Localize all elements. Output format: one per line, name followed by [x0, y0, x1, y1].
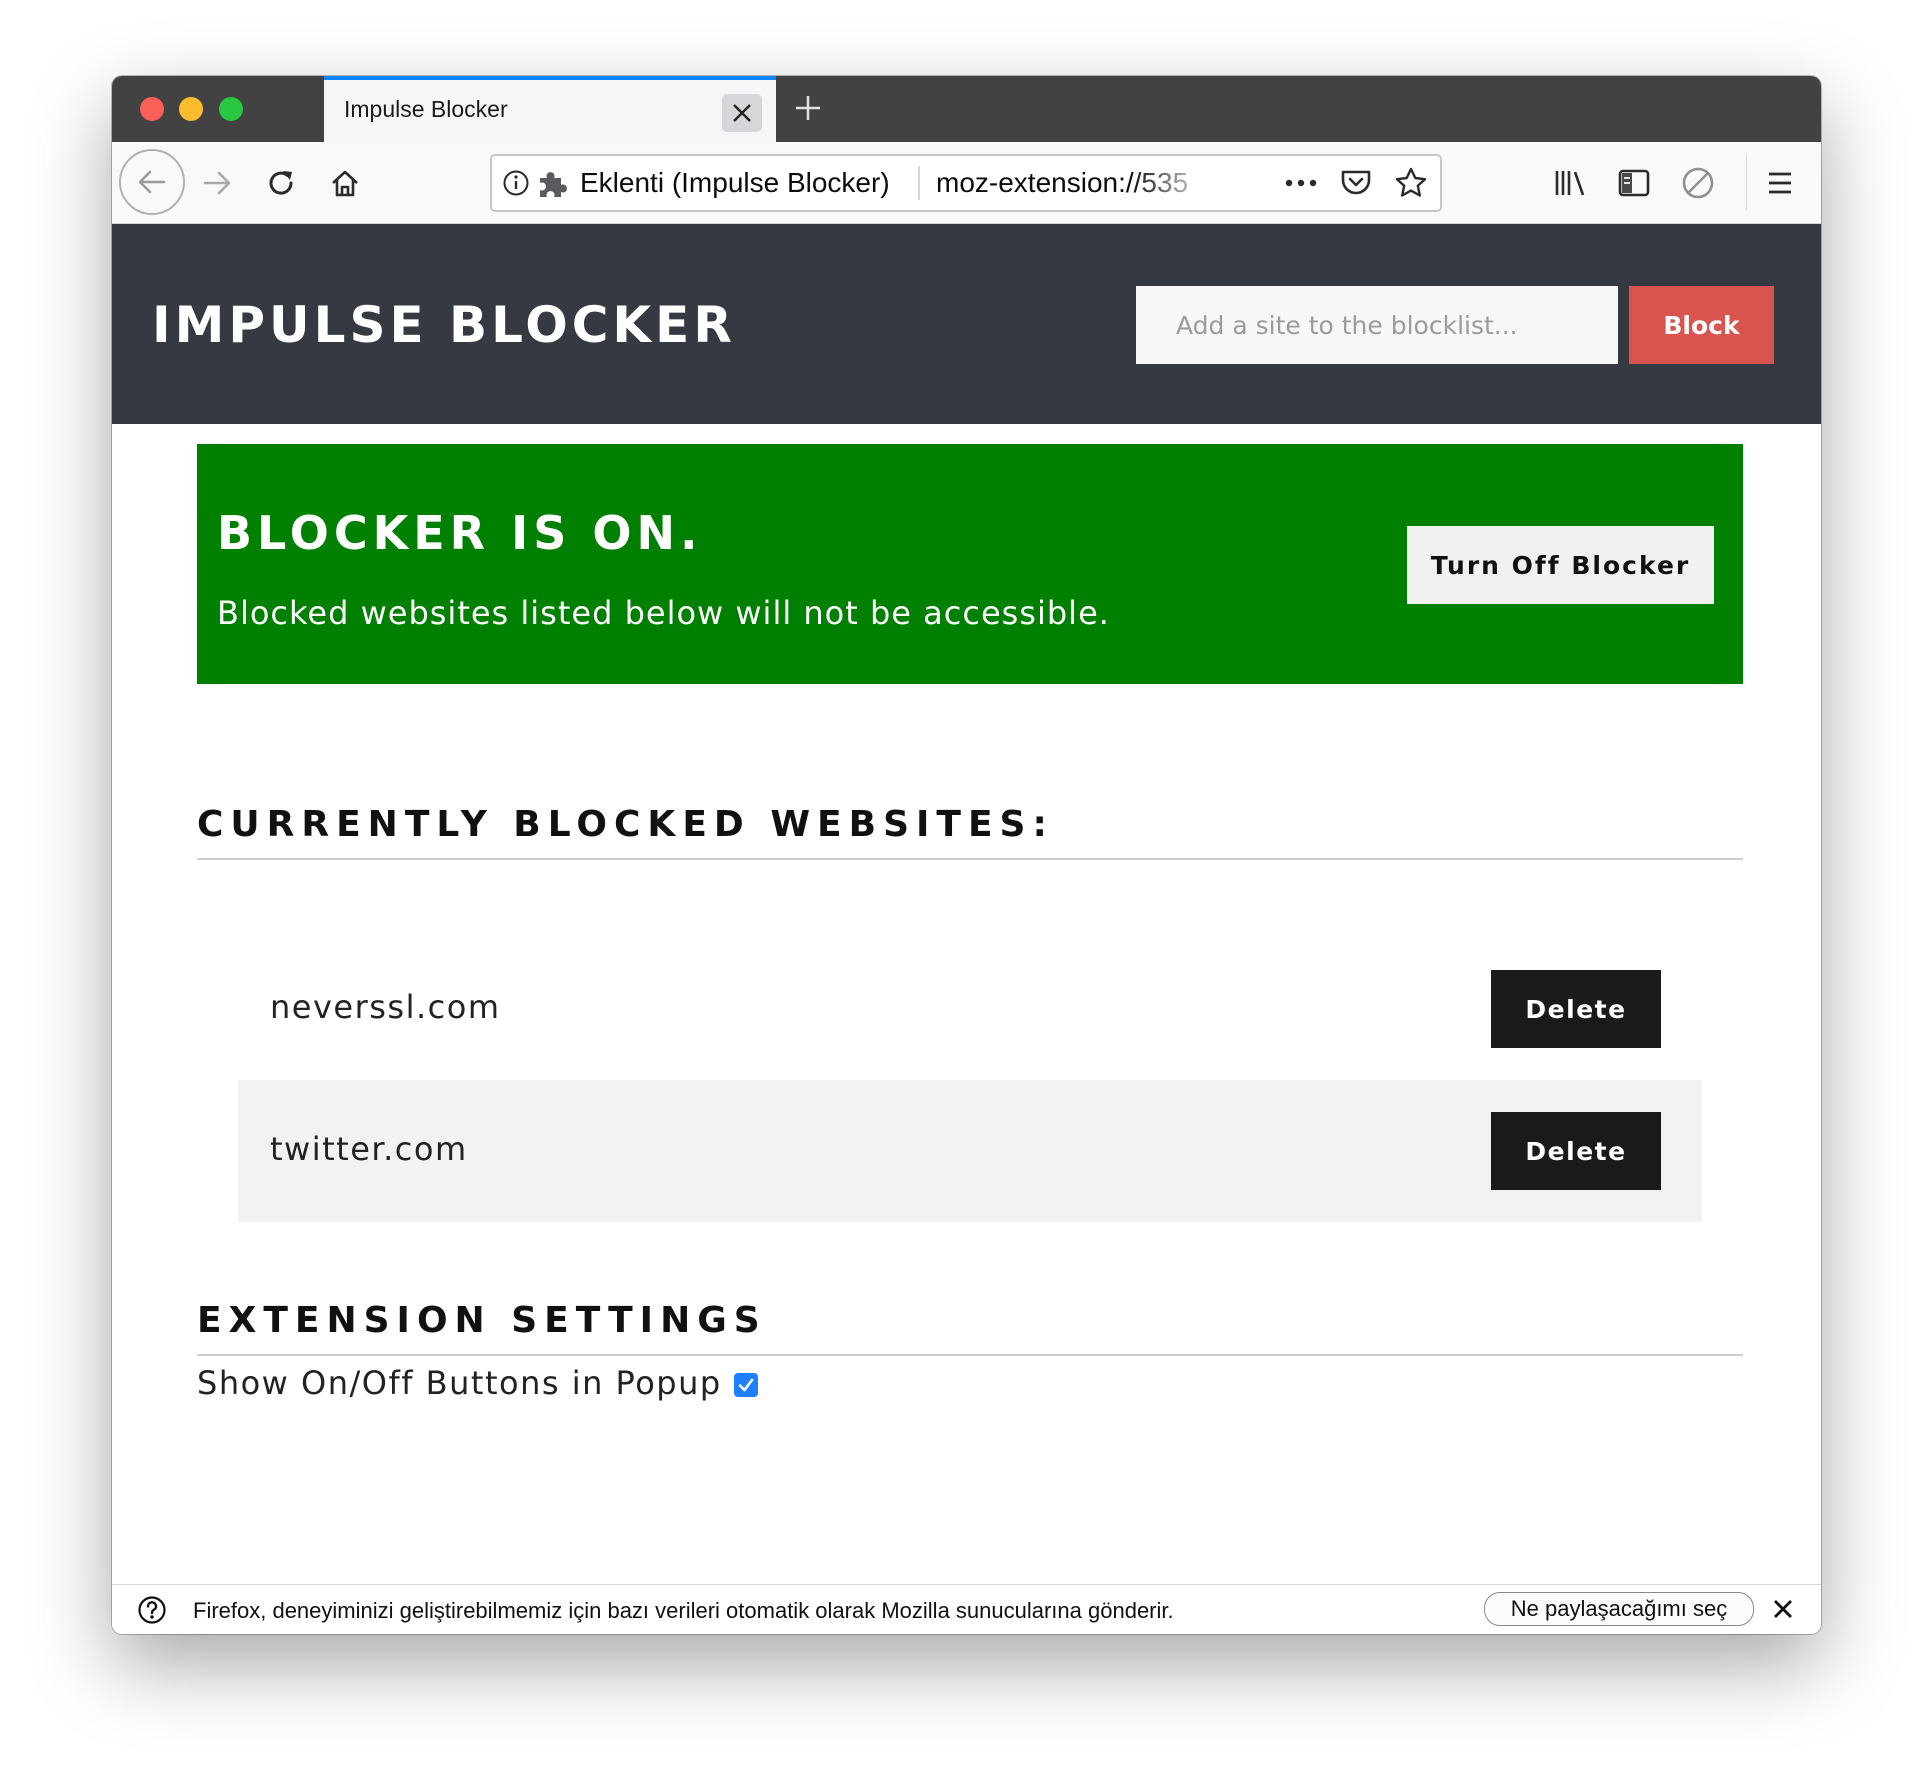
hamburger-menu-icon [1769, 172, 1791, 194]
tab-impulse-blocker[interactable]: Impulse Blocker [324, 76, 776, 142]
page-actions [1284, 156, 1428, 210]
home-button[interactable] [324, 162, 366, 204]
plus-icon [796, 96, 820, 120]
notification-text: Firefox, deneyiminizi geliştirebilmemiz … [193, 1598, 1174, 1623]
show-buttons-label: Show On/Off Buttons in Popup [197, 1364, 722, 1402]
blocked-button[interactable] [1678, 162, 1718, 204]
tab-close-button[interactable] [722, 94, 762, 132]
forward-button[interactable] [196, 162, 238, 204]
back-button[interactable] [119, 149, 185, 215]
menu-button[interactable] [1759, 162, 1801, 204]
checkmark-icon [738, 1378, 753, 1392]
navigation-toolbar: Eklenti (Impulse Blocker) moz-extension:… [112, 142, 1821, 224]
tab-strip: Impulse Blocker [112, 76, 1821, 142]
delete-button[interactable]: Delete [1491, 1112, 1661, 1190]
blocked-sites-heading: CURRENTLY BLOCKED WEBSITES: [197, 804, 1054, 845]
sidebar-button[interactable] [1614, 162, 1654, 204]
blocked-site-row: twitter.com Delete [238, 1080, 1702, 1222]
app-header: IMPULSE BLOCKER Block [112, 224, 1821, 424]
arrow-left-icon [138, 170, 166, 194]
bookmark-star-icon[interactable] [1394, 167, 1428, 199]
tab-title: Impulse Blocker [344, 96, 508, 122]
help-circle-icon [138, 1596, 166, 1624]
choose-what-to-share-button[interactable]: Ne paylaşacağımı seç [1484, 1592, 1754, 1626]
pocket-icon[interactable] [1340, 168, 1372, 198]
identity-box[interactable]: Eklenti (Impulse Blocker) [502, 156, 890, 210]
blocker-status-banner: BLOCKER IS ON. Blocked websites listed b… [197, 444, 1743, 684]
show-buttons-setting: Show On/Off Buttons in Popup [197, 1364, 758, 1402]
zoom-window-button[interactable] [219, 97, 243, 121]
add-site-input[interactable] [1136, 286, 1618, 364]
settings-divider [197, 1354, 1743, 1356]
status-title: BLOCKER IS ON. [217, 506, 703, 560]
app-title: IMPULSE BLOCKER [152, 296, 736, 354]
reload-button[interactable] [260, 162, 302, 204]
extension-settings-heading: EXTENSION SETTINGS [197, 1300, 767, 1341]
home-icon [332, 170, 358, 197]
arrow-right-icon [203, 171, 231, 195]
delete-button[interactable]: Delete [1491, 970, 1661, 1048]
sidebar-icon [1618, 169, 1650, 197]
close-icon[interactable] [1771, 1597, 1795, 1621]
page-content: IMPULSE BLOCKER Block BLOCKER IS ON. Blo… [112, 224, 1821, 1584]
blocked-icon [1682, 167, 1714, 199]
data-collection-notification: Firefox, deneyiminizi geliştirebilmemiz … [112, 1584, 1821, 1634]
turn-off-blocker-button[interactable]: Turn Off Blocker [1407, 526, 1714, 604]
info-icon [503, 170, 529, 196]
url-bar[interactable]: Eklenti (Impulse Blocker) moz-extension:… [490, 154, 1442, 212]
blocked-site-domain: neverssl.com [270, 988, 501, 1026]
reload-icon [269, 171, 293, 195]
toolbar-separator [1746, 154, 1747, 210]
blocked-site-domain: twitter.com [270, 1130, 468, 1168]
minimize-window-button[interactable] [179, 97, 203, 121]
show-buttons-checkbox[interactable] [733, 1373, 758, 1397]
close-window-button[interactable] [140, 97, 164, 121]
identity-label: Eklenti (Impulse Blocker) [580, 167, 890, 198]
close-icon [733, 104, 751, 122]
new-tab-button[interactable] [788, 88, 828, 128]
url-separator [918, 166, 920, 200]
url-fade [1132, 160, 1212, 206]
status-subtitle: Blocked websites listed below will not b… [217, 594, 1110, 632]
library-icon [1555, 171, 1585, 196]
browser-window: Impulse Blocker Eklenti (Impulse Blocker… [112, 76, 1821, 1634]
page-actions-menu-icon[interactable] [1284, 178, 1318, 188]
block-button[interactable]: Block [1629, 286, 1774, 364]
extension-puzzle-icon [540, 172, 567, 197]
blocked-site-row: neverssl.com Delete [238, 938, 1702, 1080]
blocked-sites-divider [197, 858, 1743, 860]
library-button[interactable] [1550, 162, 1590, 204]
